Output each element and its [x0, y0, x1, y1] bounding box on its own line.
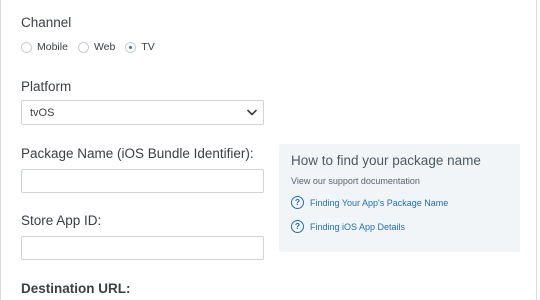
- radio-circle-tv[interactable]: [125, 41, 137, 53]
- package-name-input[interactable]: [21, 169, 264, 193]
- store-app-id-input[interactable]: [21, 236, 264, 260]
- radio-circle-mobile[interactable]: [21, 41, 32, 53]
- help-panel: How to find your package name View our s…: [279, 144, 520, 252]
- help-subtitle: View our support documentation: [291, 176, 420, 186]
- right-border: [536, 0, 537, 300]
- help-link-package-name-label[interactable]: Finding Your App's Package Name: [310, 198, 448, 208]
- platform-select-value: tvOS: [30, 106, 55, 119]
- radio-label-mobile: Mobile: [37, 41, 68, 53]
- platform-select[interactable]: tvOS: [21, 100, 264, 125]
- page: Channel Mobile Web TV Platform tvOS Pack…: [0, 0, 540, 300]
- channel-radio-group: Mobile Web TV: [21, 40, 165, 54]
- help-link-ios-app-details[interactable]: ? Finding iOS App Details: [291, 220, 405, 233]
- radio-label-web: Web: [93, 41, 116, 53]
- radio-tv[interactable]: TV: [125, 41, 155, 53]
- radio-web[interactable]: Web: [77, 41, 116, 53]
- radio-label-tv: TV: [141, 41, 155, 53]
- channel-label: Channel: [21, 15, 72, 30]
- destination-url-label: Destination URL:: [21, 281, 131, 296]
- package-name-label: Package Name (iOS Bundle Identifier):: [21, 146, 254, 161]
- store-app-id-label: Store App ID:: [21, 213, 102, 228]
- help-title: How to find your package name: [291, 153, 481, 168]
- help-link-package-name[interactable]: ? Finding Your App's Package Name: [291, 196, 448, 209]
- platform-label: Platform: [21, 79, 72, 94]
- question-circle-icon: ?: [291, 196, 304, 209]
- radio-mobile[interactable]: Mobile: [21, 41, 68, 53]
- question-circle-icon: ?: [291, 220, 304, 233]
- left-border: [0, 0, 1, 300]
- help-link-ios-app-details-label[interactable]: Finding iOS App Details: [310, 222, 405, 232]
- radio-circle-web[interactable]: [77, 41, 89, 53]
- chevron-down-icon[interactable]: [241, 101, 263, 124]
